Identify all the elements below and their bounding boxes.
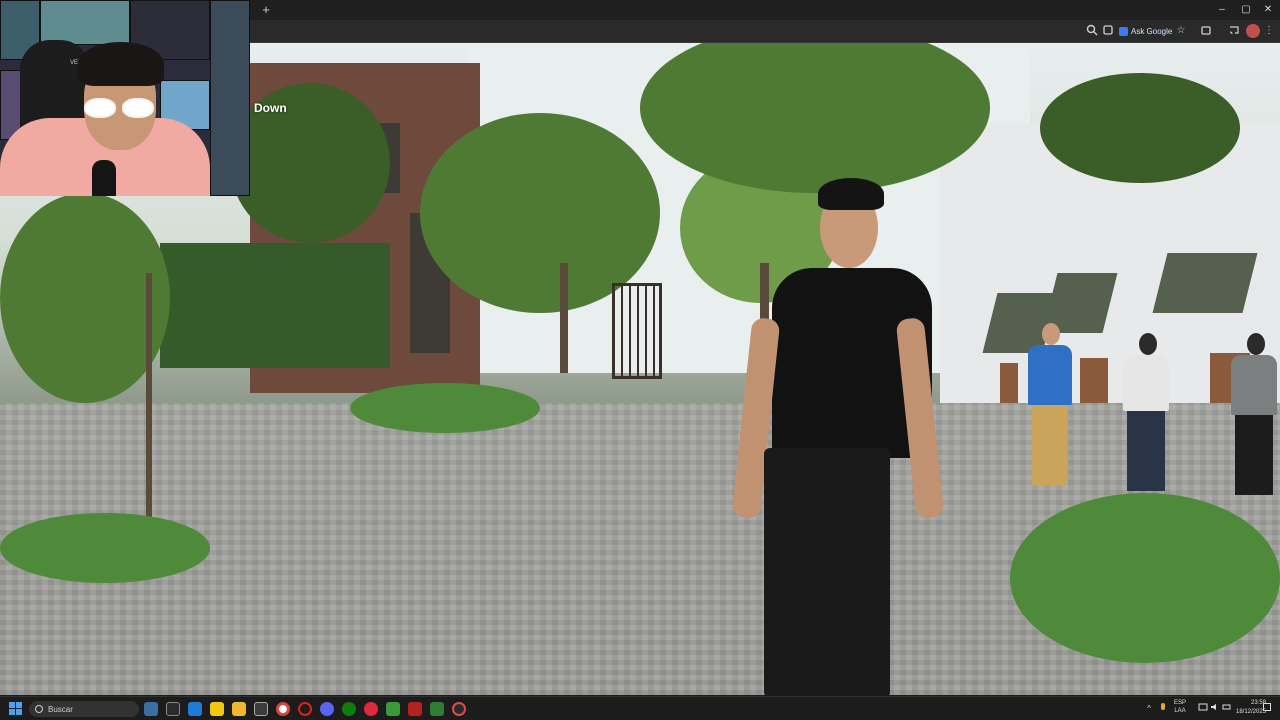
pedestrian — [1115, 333, 1179, 493]
cast-icon[interactable] — [1227, 24, 1241, 38]
ask-google-label: Ask Google — [1131, 27, 1173, 36]
google-lens-icon — [1119, 27, 1128, 36]
profile-avatar[interactable] — [1246, 24, 1260, 38]
iron-gate — [612, 283, 662, 379]
zoom-icon[interactable] — [1085, 24, 1099, 38]
sunglasses-icon — [84, 98, 154, 118]
discord-icon[interactable] — [320, 702, 334, 716]
microphone-icon — [92, 160, 116, 196]
opera-icon[interactable] — [298, 702, 312, 716]
video-title: Down — [254, 101, 287, 115]
volume-icon[interactable] — [1210, 702, 1220, 716]
network-icon[interactable] — [1198, 702, 1208, 716]
widgets-icon[interactable] — [166, 702, 180, 716]
planter — [1010, 493, 1280, 663]
bookmark-star-icon[interactable]: ☆ — [1174, 24, 1188, 38]
shelf — [40, 0, 130, 45]
planter — [350, 383, 540, 433]
language-code: ESP — [1174, 700, 1187, 706]
recorder-icon[interactable] — [408, 702, 422, 716]
search-icon — [35, 705, 43, 713]
tray-overflow-icon[interactable]: ^ — [1144, 702, 1154, 716]
minimize-button[interactable]: – — [1212, 2, 1232, 18]
taskbar: ^ ESP LAA 23:58 18/12/2025 — [0, 696, 1280, 720]
planter — [0, 513, 210, 583]
play-icon[interactable] — [386, 702, 400, 716]
settings-icon[interactable] — [254, 702, 268, 716]
task-view-icon[interactable] — [144, 702, 158, 716]
media-player-icon[interactable] — [364, 702, 378, 716]
mail-icon[interactable] — [188, 702, 202, 716]
search-input[interactable] — [48, 704, 128, 714]
sticky-notes-icon[interactable] — [210, 702, 224, 716]
file-explorer-icon[interactable] — [232, 702, 246, 716]
xbox-icon[interactable] — [342, 702, 356, 716]
taskbar-search[interactable] — [29, 701, 139, 717]
tree-trunk — [560, 263, 568, 373]
keyboard-layout: LAA — [1174, 708, 1186, 714]
tree-canopy — [1040, 73, 1240, 183]
chrome-icon[interactable] — [276, 702, 290, 716]
webcam-overlay: VER — [0, 0, 250, 196]
ask-google-button[interactable]: Ask Google — [1116, 24, 1176, 39]
streamer-hair — [78, 42, 164, 86]
pine-tree — [0, 193, 170, 403]
obs-icon[interactable] — [452, 702, 466, 716]
pedestrian — [1225, 333, 1280, 503]
notifications-icon[interactable] — [1262, 702, 1272, 716]
microphone-tray-icon[interactable] — [1158, 702, 1168, 716]
browser-toolbar: Ask Google ☆ ⋮ — [250, 20, 1280, 43]
minecraft-icon[interactable] — [430, 702, 444, 716]
main-subject — [731, 178, 948, 695]
start-button[interactable] — [9, 702, 23, 716]
extensions-icon[interactable] — [1199, 24, 1213, 38]
maximize-button[interactable]: ▢ — [1236, 2, 1256, 18]
language-indicator[interactable]: ESP LAA — [1174, 699, 1186, 715]
close-button[interactable]: ✕ — [1258, 2, 1278, 18]
shelf — [210, 0, 250, 196]
left-hedge — [160, 243, 390, 368]
battery-icon[interactable] — [1222, 702, 1232, 716]
reload-icon[interactable] — [1101, 24, 1115, 38]
pedestrian — [1020, 323, 1080, 493]
new-tab-button[interactable]: + — [258, 2, 274, 18]
menu-icon[interactable]: ⋮ — [1262, 24, 1276, 38]
